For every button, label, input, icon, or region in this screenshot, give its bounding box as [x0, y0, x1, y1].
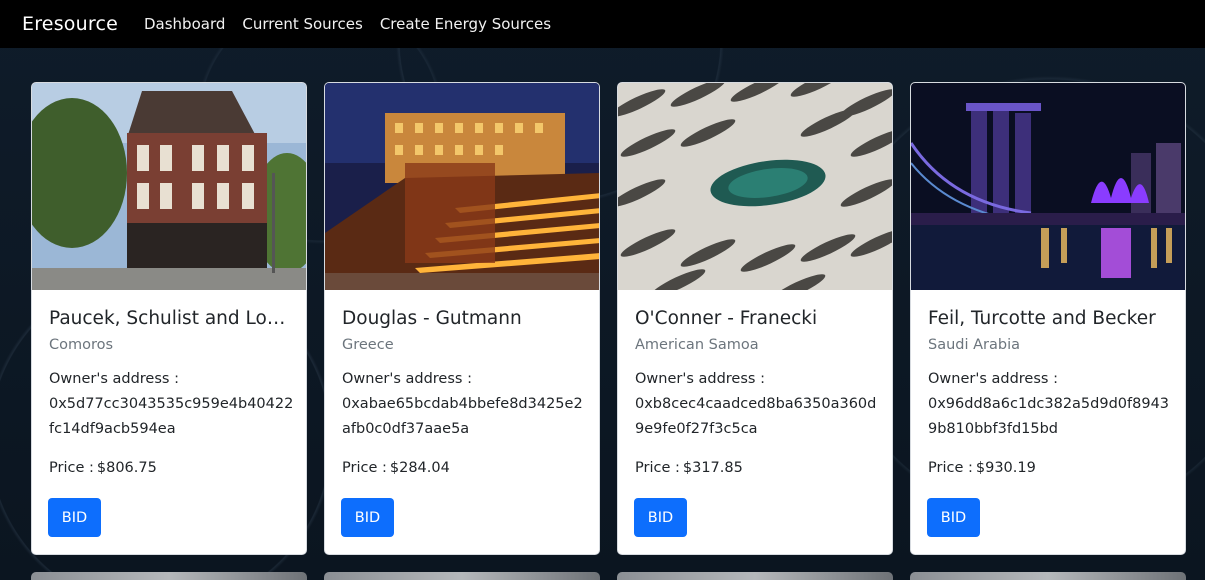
card-title: Paucek, Schulist and Lock... [49, 308, 289, 329]
card-title: O'Conner - Franecki [635, 308, 818, 329]
owner-address-value: 0xb8cec4caadced8ba6350a360d9e9fe0f27f3c5… [635, 396, 877, 437]
card-country: Comoros [49, 337, 114, 353]
nav-create-energy-sources[interactable]: Create Energy Sources [380, 15, 551, 33]
source-card: O'Conner - Franecki American Samoa Owner… [617, 82, 893, 555]
price-text: Price : $806.75 [49, 458, 289, 478]
bid-button[interactable]: BID [341, 498, 394, 537]
price-value: $930.19 [975, 460, 1036, 476]
price-text: Price : $284.04 [342, 458, 582, 478]
brand-logo[interactable]: Eresource [22, 13, 118, 35]
card-country: Greece [342, 337, 394, 353]
bid-button[interactable]: BID [927, 498, 980, 537]
owner-address-value: 0x96dd8a6c1dc382a5d9d0f89439b810bbf3fd15… [928, 396, 1170, 437]
source-card: Feil, Turcotte and Becker Saudi Arabia O… [910, 82, 1186, 555]
card-body: Douglas - Gutmann Greece Owner's address… [325, 290, 599, 478]
card-country: Saudi Arabia [928, 337, 1021, 353]
price-value: $317.85 [682, 460, 743, 476]
price-text: Price : $930.19 [928, 458, 1168, 478]
card-image-glowing-stairs [325, 83, 599, 290]
card-image-lattice-facade [618, 83, 892, 290]
price-label: Price : [928, 460, 973, 476]
price-label: Price : [49, 460, 94, 476]
source-card: Paucek, Schulist and Lock... Comoros Own… [31, 82, 307, 555]
price-label: Price : [635, 460, 680, 476]
card-body: Paucek, Schulist and Lock... Comoros Own… [32, 290, 306, 478]
owner-address-label: Owner's address : [635, 371, 765, 387]
price-label: Price : [342, 460, 387, 476]
price-value: $284.04 [389, 460, 450, 476]
top-navbar: Eresource Dashboard Current Sources Crea… [0, 0, 1205, 48]
card-body: Feil, Turcotte and Becker Saudi Arabia O… [911, 290, 1185, 478]
owner-address-label: Owner's address : [928, 371, 1058, 387]
price-text: Price : $317.85 [635, 458, 875, 478]
card-body: O'Conner - Franecki American Samoa Owner… [618, 290, 892, 478]
nav-current-sources[interactable]: Current Sources [242, 15, 362, 33]
source-card-grid: Paucek, Schulist and Lock... Comoros Own… [31, 82, 1186, 555]
card-image-night-skyline [911, 83, 1185, 290]
card-image-partial [617, 572, 893, 580]
card-country: American Samoa [635, 337, 759, 353]
nav-dashboard[interactable]: Dashboard [144, 15, 225, 33]
owner-address-label: Owner's address : [49, 371, 179, 387]
card-image-townhouse [32, 83, 306, 290]
card-title: Douglas - Gutmann [342, 308, 522, 329]
bid-button[interactable]: BID [48, 498, 101, 537]
owner-address-label: Owner's address : [342, 371, 472, 387]
card-image-partial [31, 572, 307, 580]
card-image-partial [910, 572, 1186, 580]
owner-address-value: 0x5d77cc3043535c959e4b40422fc14df9acb594… [49, 396, 294, 437]
owner-address-value: 0xabae65bcdab4bbefe8d3425e2afb0c0df37aae… [342, 396, 583, 437]
price-value: $806.75 [96, 460, 157, 476]
bid-button[interactable]: BID [634, 498, 687, 537]
next-row-cards-partial [31, 572, 1186, 580]
card-image-partial [324, 572, 600, 580]
source-card: Douglas - Gutmann Greece Owner's address… [324, 82, 600, 555]
card-title: Feil, Turcotte and Becker [928, 308, 1156, 329]
